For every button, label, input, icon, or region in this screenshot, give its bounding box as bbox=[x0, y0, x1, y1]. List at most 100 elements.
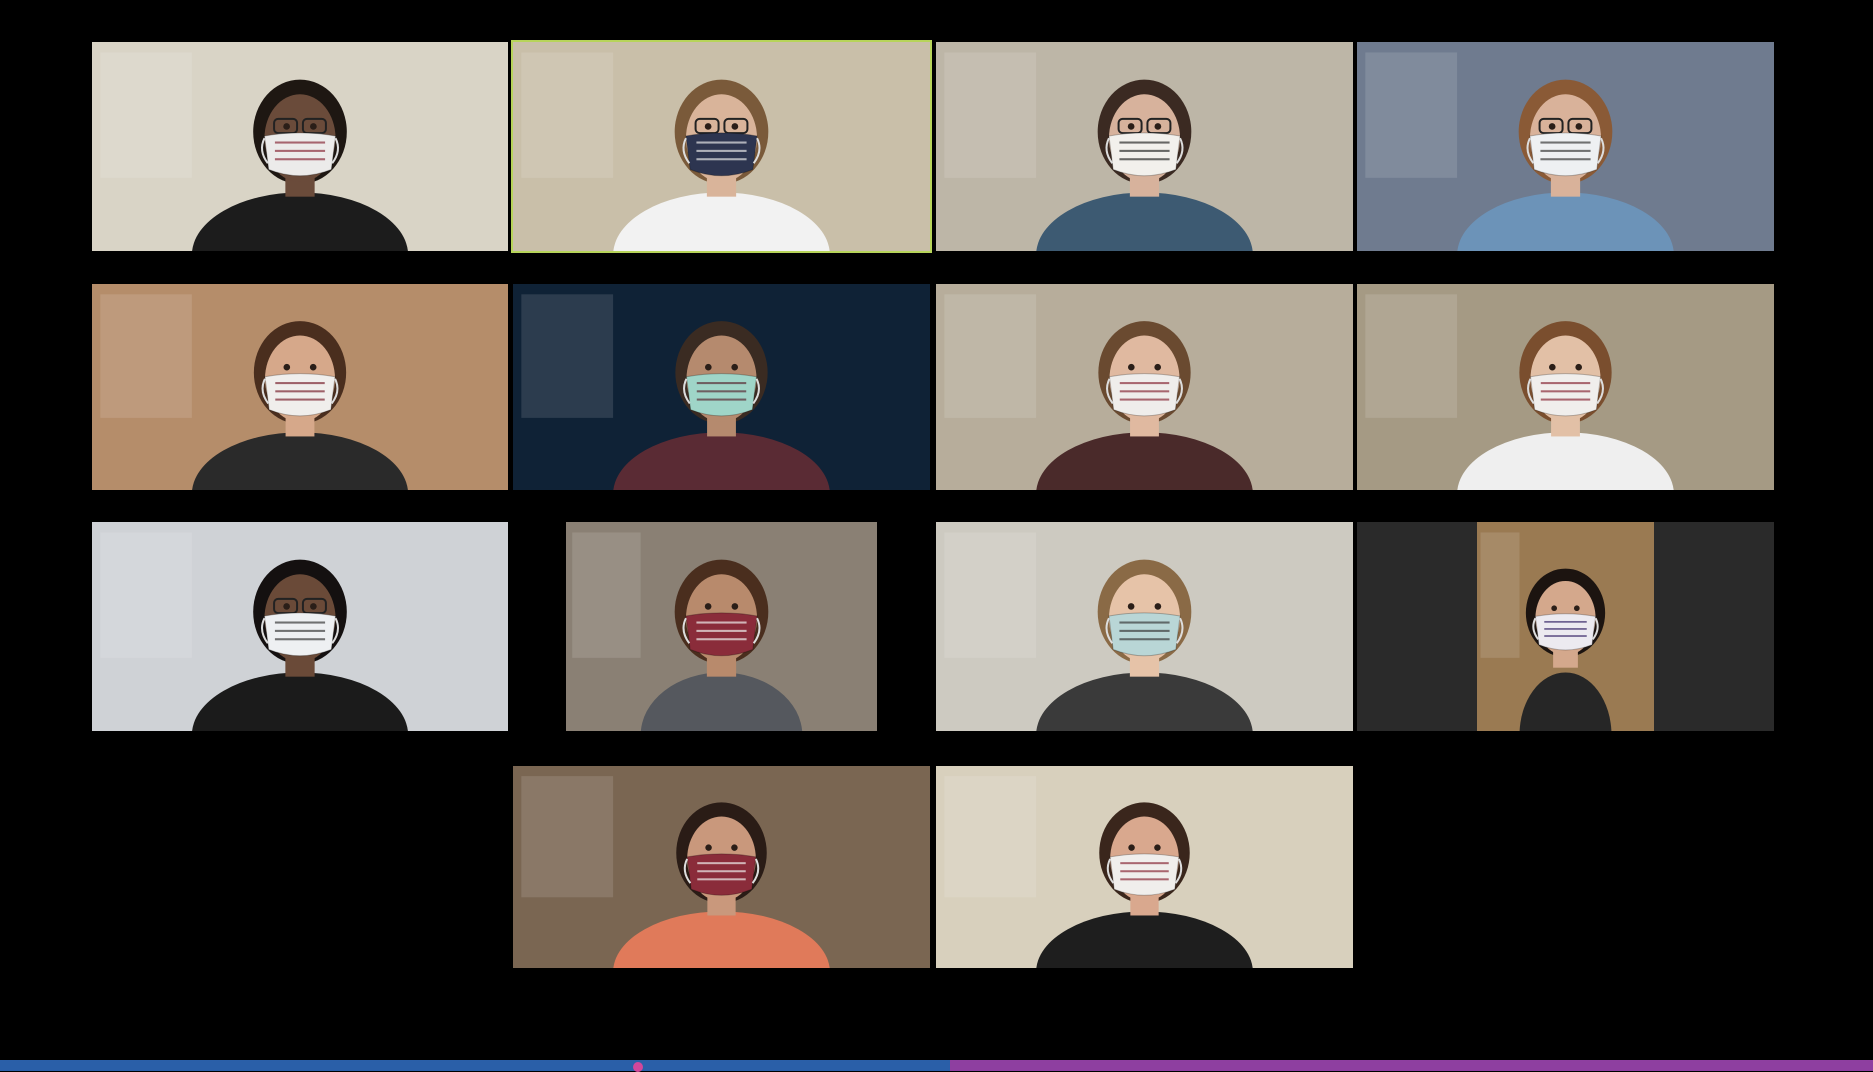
bottom-bar-right-segment bbox=[950, 1060, 1873, 1071]
background-window bbox=[100, 532, 192, 658]
participant-eye bbox=[731, 844, 738, 851]
face-mask-print bbox=[1544, 628, 1587, 630]
participant-video-tile[interactable] bbox=[1477, 522, 1654, 731]
face-mask bbox=[685, 612, 758, 657]
participant-eye bbox=[704, 603, 712, 610]
face-mask bbox=[1109, 853, 1180, 896]
face-mask-print bbox=[274, 638, 326, 641]
face-mask-print bbox=[274, 629, 326, 632]
participant-video-frame bbox=[936, 284, 1353, 490]
participant-eye bbox=[1551, 605, 1558, 612]
video-gallery bbox=[0, 0, 1873, 1071]
background-window bbox=[944, 52, 1037, 178]
face-mask-print bbox=[274, 149, 326, 152]
participant-eye bbox=[283, 363, 291, 371]
face-mask-print bbox=[697, 870, 746, 873]
face-mask bbox=[685, 132, 758, 177]
participant-eye bbox=[731, 603, 739, 610]
background-window bbox=[1480, 532, 1520, 658]
face-mask-print bbox=[275, 382, 325, 385]
letterbox-bar bbox=[1654, 522, 1774, 731]
face-mask bbox=[1108, 373, 1181, 417]
face-mask-print bbox=[1540, 141, 1591, 144]
bottom-bar-left-segment bbox=[0, 1060, 950, 1072]
participant-video-tile[interactable] bbox=[513, 284, 930, 490]
face-mask-print bbox=[1544, 620, 1587, 623]
participant-eye bbox=[310, 603, 317, 610]
participant-video-tile[interactable] bbox=[936, 284, 1353, 490]
face-mask-print bbox=[1540, 149, 1591, 152]
face-mask-print bbox=[1540, 382, 1591, 385]
participant-video-tile[interactable] bbox=[566, 522, 877, 731]
face-mask bbox=[1529, 373, 1602, 417]
participant-video-frame bbox=[92, 522, 508, 731]
face-mask-print bbox=[696, 149, 747, 152]
participant-video-frame bbox=[936, 42, 1353, 251]
face-mask bbox=[263, 132, 337, 177]
participant-eye bbox=[1154, 844, 1161, 851]
participant-eye bbox=[1575, 363, 1582, 371]
participant-video-frame bbox=[936, 766, 1353, 968]
participant-video-frame bbox=[513, 766, 930, 968]
background-window bbox=[1365, 294, 1458, 418]
face-mask-print bbox=[697, 878, 746, 881]
face-mask-print bbox=[1119, 629, 1170, 632]
participant-video-tile[interactable] bbox=[511, 40, 932, 253]
participant-eye bbox=[1128, 363, 1135, 371]
face-mask-print bbox=[696, 158, 747, 161]
face-mask-print bbox=[1540, 390, 1591, 393]
participant-eye bbox=[283, 603, 290, 610]
participant-eye bbox=[731, 363, 738, 371]
face-mask bbox=[263, 612, 337, 657]
face-mask bbox=[1108, 612, 1181, 657]
background-window bbox=[100, 52, 192, 178]
background-window bbox=[1365, 52, 1458, 178]
face-mask-print bbox=[274, 621, 326, 624]
face-mask-print bbox=[1119, 398, 1170, 401]
participant-eye bbox=[1154, 363, 1161, 371]
participant-video-frame bbox=[92, 284, 508, 490]
face-mask-print bbox=[696, 390, 747, 393]
participant-video-frame bbox=[1477, 522, 1654, 731]
background-window bbox=[521, 294, 614, 418]
face-mask-print bbox=[1119, 158, 1170, 161]
participant-video-frame bbox=[513, 284, 930, 490]
participant-video-tile[interactable] bbox=[936, 42, 1353, 251]
face-mask-print bbox=[697, 862, 746, 865]
face-mask bbox=[686, 853, 757, 896]
participant-eye bbox=[704, 123, 712, 130]
participant-eye bbox=[705, 363, 712, 371]
participant-video-tile[interactable] bbox=[92, 522, 508, 731]
participant-video-tile[interactable] bbox=[1357, 42, 1774, 251]
face-mask-print bbox=[696, 621, 747, 624]
face-mask-print bbox=[1544, 635, 1587, 637]
participant-video-tile[interactable] bbox=[936, 766, 1353, 968]
face-mask-print bbox=[1119, 638, 1170, 641]
face-mask bbox=[1534, 613, 1597, 651]
face-mask-print bbox=[1120, 862, 1169, 865]
participant-eye bbox=[309, 363, 317, 371]
participant-eye bbox=[1154, 123, 1162, 130]
face-mask bbox=[685, 373, 758, 417]
background-window bbox=[944, 532, 1037, 658]
participant-video-tile[interactable] bbox=[92, 42, 508, 251]
face-mask-print bbox=[1119, 621, 1170, 624]
participant-eye bbox=[1127, 603, 1135, 610]
face-mask-print bbox=[1540, 398, 1591, 401]
face-mask-print bbox=[275, 390, 325, 393]
face-mask-print bbox=[1540, 158, 1591, 161]
participant-eye bbox=[731, 123, 739, 130]
participant-video-frame bbox=[1357, 284, 1774, 490]
bottom-bar bbox=[0, 1060, 1873, 1072]
background-window bbox=[521, 52, 614, 178]
participant-eye bbox=[1127, 123, 1135, 130]
participant-video-tile[interactable] bbox=[1357, 284, 1774, 490]
participant-video-tile[interactable] bbox=[513, 766, 930, 968]
participant-eye bbox=[283, 123, 290, 130]
face-mask-print bbox=[696, 141, 747, 144]
face-mask-print bbox=[1119, 390, 1170, 393]
participant-video-tile[interactable] bbox=[936, 522, 1353, 731]
participant-eye bbox=[705, 844, 712, 851]
participant-eye bbox=[1154, 603, 1162, 610]
participant-video-tile[interactable] bbox=[92, 284, 508, 490]
